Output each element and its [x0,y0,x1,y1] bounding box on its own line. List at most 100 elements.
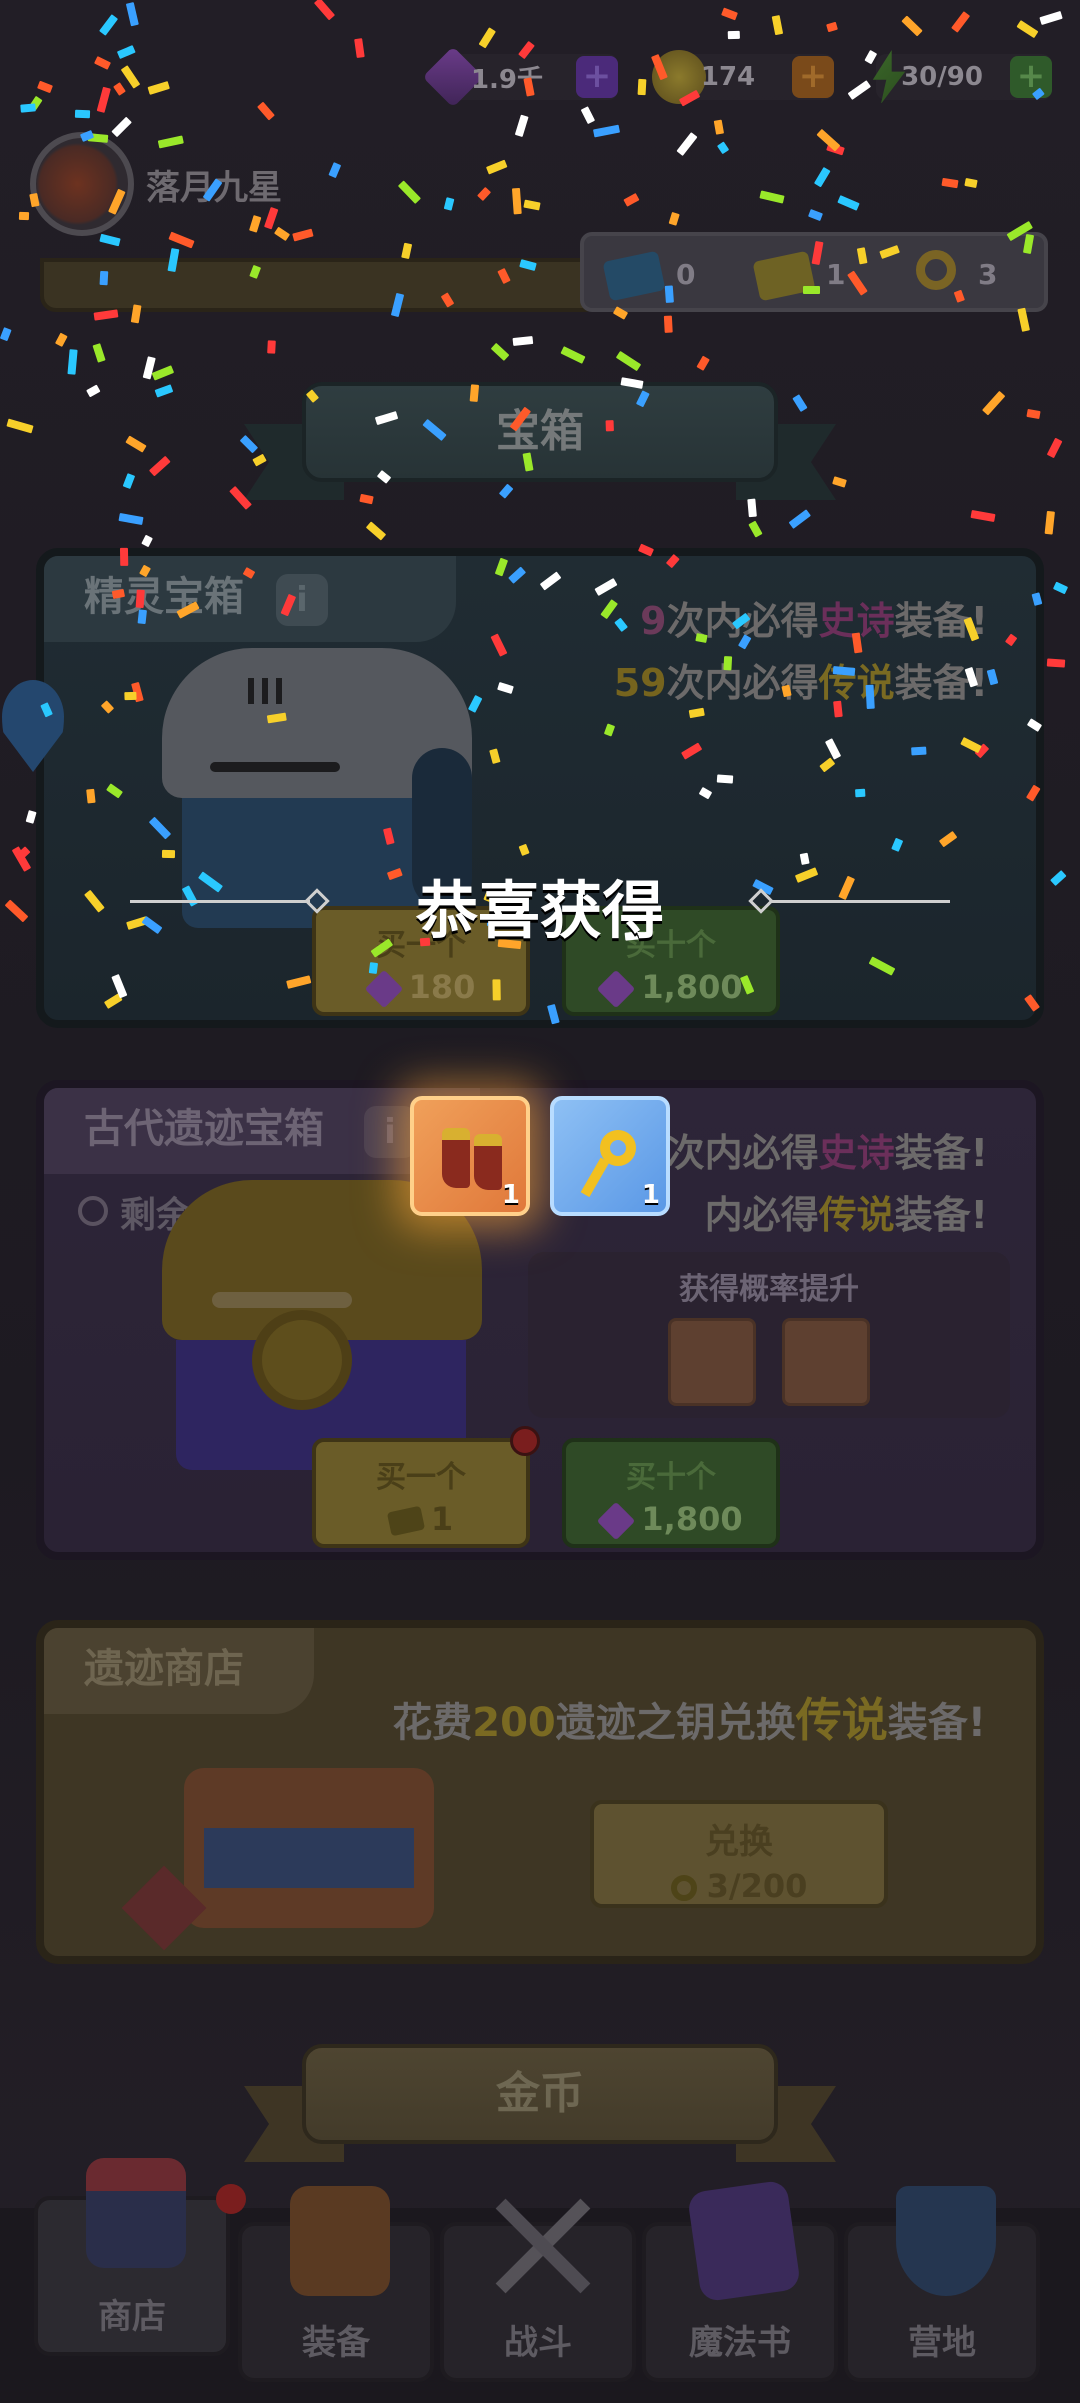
confetti-piece [154,384,174,398]
confetti-piece [847,80,871,100]
reward-boots[interactable]: 1 [410,1096,530,1216]
section-title-gold: 金币 [302,2044,778,2144]
reward-count: 1 [501,1180,520,1210]
tab-camp[interactable]: 营地 [844,2186,1040,2382]
confetti-piece [1052,581,1069,594]
ancient-chest-info-button[interactable]: i [364,1106,416,1158]
tab-battle-label: 战斗 [504,2323,572,2363]
confetti-piece [19,211,30,221]
section-title-chests: 宝箱 [302,382,778,482]
confetti-piece [676,131,698,156]
confetti-piece [668,212,681,227]
confetti-piece [314,0,336,21]
confetti-piece [397,180,421,204]
elf-chest-epic-text: 9次内必得史诗装备! [640,599,988,643]
confetti-piece [1044,511,1055,536]
shop-screen: 1.9千 + 174 + 30/90 + 落月九星 0 1 3 宝箱 精灵宝箱 … [0,0,1080,2403]
confetti-piece [813,167,831,188]
confetti-piece [982,390,1006,415]
staff-icon[interactable] [668,1318,756,1406]
confetti-piece [328,162,342,178]
confetti-piece [663,315,673,333]
tab-battle[interactable]: 战斗 [440,2198,636,2382]
confetti-piece [716,141,729,155]
confetti-piece [140,535,153,548]
gold-ticket-icon [386,1505,425,1537]
tab-shop[interactable]: 商店 [34,2158,230,2356]
confetti-piece [116,44,136,59]
elf-chest-legendary-text: 59次内必得传说装备! [613,661,988,705]
confetti-piece [6,418,34,434]
confetti-piece [696,355,710,371]
tab-spellbook-label: 魔法书 [689,2323,791,2363]
ticket-bar: 0 1 3 [580,232,1048,312]
elf-chest-card: 精灵宝箱 i 9次内必得史诗装备! 59次内必得传说装备! 买一个 180 买十… [36,548,1044,1028]
confetti-piece [970,509,996,522]
confetti-piece [808,208,824,221]
boost-title: 获得概率提升 [679,1272,859,1307]
confetti-piece [638,79,647,96]
blue-ticket-count: 0 [676,258,696,291]
gold-ticket-count: 1 [826,258,846,291]
confetti-piece [772,14,784,35]
add-gems-button[interactable]: + [576,56,618,98]
confetti-piece [498,483,514,499]
tab-equipment[interactable]: 装备 [238,2186,434,2382]
confetti-piece [37,80,54,94]
ancient-chest-icon [162,1180,482,1470]
elf-chest-name: 精灵宝箱 [84,574,244,620]
confetti-piece [111,116,132,138]
gold-counter: 174 + [652,50,834,104]
confetti-piece [580,105,595,124]
confetti-piece [354,37,366,58]
confetti-piece [85,384,101,398]
confetti-piece [623,193,640,208]
confetti-piece [359,493,374,505]
shield-crown-icon [896,2186,996,2296]
add-energy-button[interactable]: + [1010,56,1052,98]
confetti-piece [142,355,156,380]
confetti-piece [148,455,171,477]
confetti-piece [93,55,111,70]
boots-icon [474,1134,502,1190]
confetti-piece [951,10,971,33]
player-name: 落月九星 [146,168,282,208]
elf-chest-info-button[interactable]: i [276,574,328,626]
notification-dot [510,1426,540,1456]
confetti-piece [365,521,386,541]
confetti-piece [151,365,175,381]
confetti-piece [593,124,621,138]
tab-spellbook[interactable]: 魔法书 [642,2179,838,2382]
confetti-piece [560,346,586,365]
confetti-piece [0,327,12,341]
mace-icon[interactable] [782,1318,870,1406]
tab-shop-label: 商店 [98,2297,166,2337]
confetti-piece [836,195,860,211]
add-gold-button[interactable]: + [792,56,834,98]
confetti-piece [816,128,841,151]
confetti-piece [113,82,127,97]
reward-count: 1 [641,1180,660,1210]
confetti-piece [963,177,978,188]
ancient-chest-card: 古代遗迹宝箱 i 剩余5天 次内必得史诗装备! 内必得传说装备! 获得概率提升 … [36,1080,1044,1560]
confetti-piece [92,343,106,363]
confetti-piece [615,351,641,372]
confetti-piece [257,101,275,121]
confetti-piece [941,177,958,188]
key-icon [670,1875,697,1901]
ruin-shop-name: 遗迹商店 [84,1646,244,1692]
confetti-piece [20,103,36,113]
confetti-piece [25,809,37,824]
ancient-chest-name: 古代遗迹宝箱 [84,1106,324,1152]
gold-ticket-icon [752,250,816,302]
treasure-pile-icon [121,1728,504,1951]
confetti-piece [523,199,540,211]
confetti-piece [512,187,522,215]
exchange-button[interactable]: 兑换 3/200 [590,1800,888,1908]
ancient-buy-ten-button[interactable]: 买十个 1,800 [562,1438,780,1548]
confetti-piece [28,95,43,111]
confetti-piece [16,845,31,860]
reward-key[interactable]: 1 [550,1096,670,1216]
ancient-buy-one-button[interactable]: 买一个 1 [312,1438,530,1548]
avatar[interactable] [30,132,134,236]
